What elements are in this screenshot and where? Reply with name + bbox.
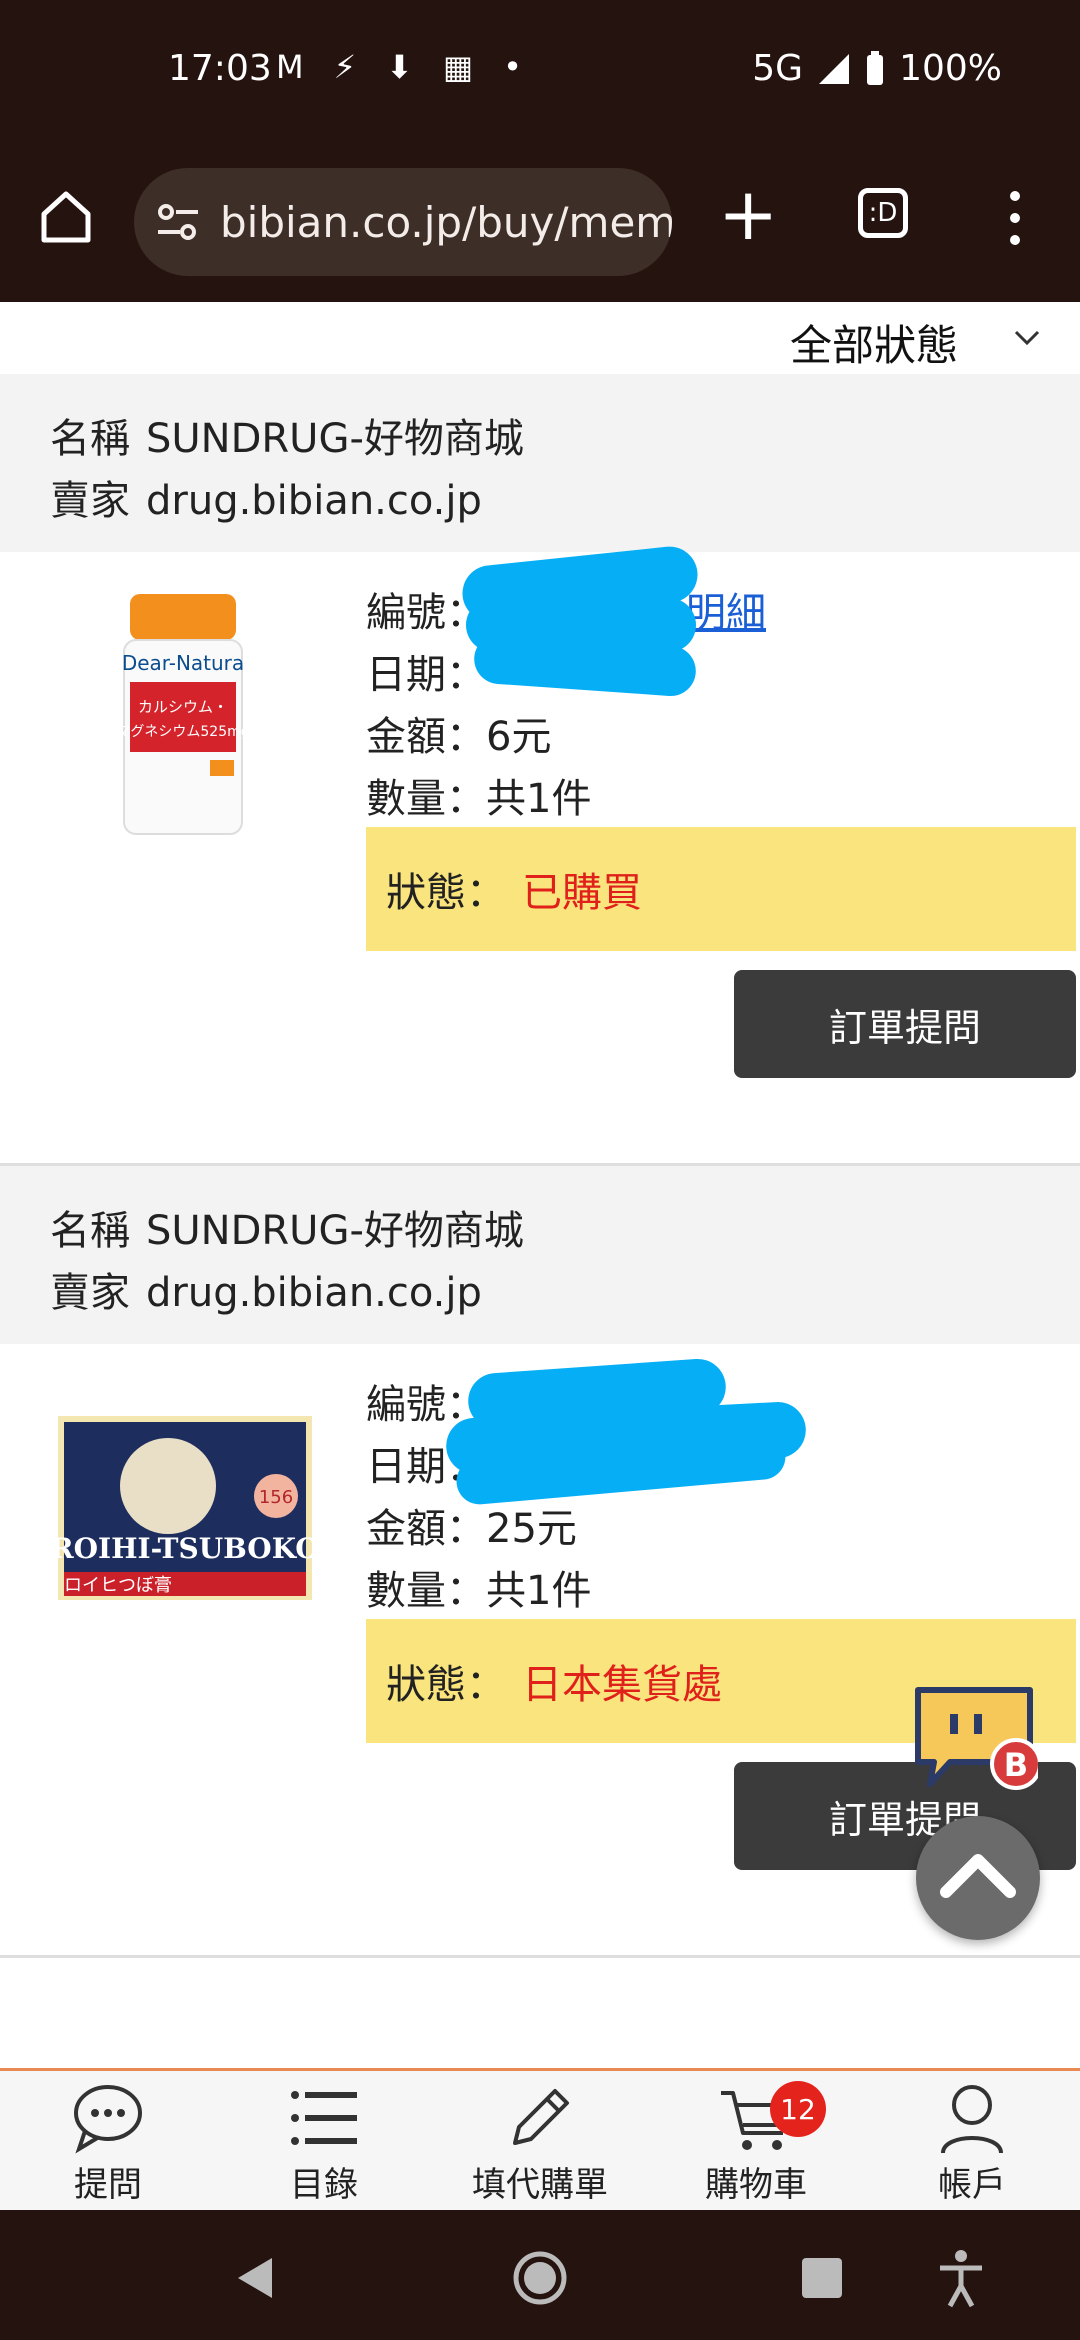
system-navigation-bar — [0, 2210, 1080, 2340]
order-qty-row: 數量：共1件 — [366, 1560, 591, 1622]
svg-text:カルシウム・: カルシウム・ — [138, 698, 228, 716]
url-text: bibian.co.jp/buy/mem — [220, 197, 672, 247]
store-name-key: 名稱 — [50, 1208, 130, 1254]
home-nav-icon[interactable] — [512, 2250, 568, 2306]
flash-icon: ⚡ — [333, 48, 357, 86]
supplement-bottle-icon: Dear-Natura カルシウム・ マグネシウム525mg — [116, 594, 250, 835]
order-amount-row: 金額：6元 — [366, 706, 766, 768]
tab-catalog[interactable]: 目錄 — [216, 2071, 432, 2210]
divider — [0, 1955, 1080, 1958]
product-image[interactable]: 156 ROIHI-TSUBOKO ロイヒつぼ膏 — [50, 1416, 320, 1600]
tab-label: 提問 — [74, 2165, 142, 2205]
person-icon — [941, 2085, 1003, 2154]
tab-label: 帳戶 — [938, 2165, 1006, 2205]
store-header: 名稱 SUNDRUG-好物商城 賣家 drug.bibian.co.jp — [0, 374, 1080, 552]
clock: 17:03 — [168, 48, 272, 89]
store-header: 名稱 SUNDRUG-好物商城 賣家 drug.bibian.co.jp — [0, 1166, 1080, 1344]
order-status-value: 已購買 — [522, 870, 642, 916]
status-bar: 17:03 M ⚡ ⬇ ▦ • 5G 100% — [0, 0, 1080, 140]
battery-icon — [867, 50, 884, 85]
store-name-row: 名稱 SUNDRUG-好物商城 — [50, 1200, 1080, 1262]
product-text: ロイヒつぼ膏 — [64, 1574, 172, 1596]
order-qty: 共1件 — [486, 1568, 592, 1614]
product-brand-label: Dear-Natura — [122, 651, 244, 675]
order-amount: 6元 — [486, 714, 552, 760]
seller-row: 賣家 drug.bibian.co.jp — [50, 470, 1080, 532]
product-image[interactable]: Dear-Natura カルシウム・ マグネシウム525mg — [116, 590, 250, 838]
scroll-to-top-button[interactable] — [916, 1816, 1040, 1940]
order-detail-link[interactable]: 明細 — [686, 590, 766, 636]
signal-icon — [819, 53, 850, 84]
pencil-icon — [513, 2089, 569, 2145]
url-field[interactable]: bibian.co.jp/buy/mem — [134, 168, 672, 276]
order-status-key: 狀態： — [386, 1662, 506, 1708]
store-name: SUNDRUG-好物商城 — [146, 1208, 524, 1254]
tab-ask[interactable]: 提問 — [0, 2071, 216, 2210]
order-question-button[interactable]: 訂單提問 — [734, 970, 1076, 1078]
order-qty-key: 數量： — [366, 1568, 486, 1614]
more-menu-icon[interactable] — [1000, 188, 1030, 248]
order-amount: 25元 — [486, 1506, 577, 1552]
gmail-icon: M — [276, 48, 304, 86]
chat-bubble-icon — [74, 2085, 142, 2154]
new-tab-icon[interactable]: + — [718, 178, 778, 250]
accessibility-icon[interactable] — [936, 2248, 986, 2308]
tab-label: 購物車 — [705, 2165, 807, 2205]
customer-service-chat-button[interactable]: B — [912, 1684, 1042, 1794]
network-label: 5G — [752, 48, 804, 89]
svg-text:マグネシウム525mg: マグネシウム525mg — [120, 724, 246, 740]
bottom-tab-bar: 提問 目錄 填代購單 購物車 12 帳戶 — [0, 2068, 1080, 2210]
seller-row: 賣家 drug.bibian.co.jp — [50, 1262, 1080, 1324]
browser-toolbar: bibian.co.jp/buy/mem + :D — [0, 140, 1080, 302]
cart-count-badge: 12 — [770, 2081, 826, 2137]
recents-icon[interactable] — [800, 2256, 844, 2300]
status-filter-label: 全部狀態 — [789, 321, 958, 370]
order-date-key: 日期： — [366, 652, 486, 698]
seller-value: drug.bibian.co.jp — [146, 1270, 482, 1316]
store-name: SUNDRUG-好物商城 — [146, 416, 524, 462]
chevron-down-icon — [1014, 330, 1040, 346]
tab-account[interactable]: 帳戶 — [864, 2071, 1080, 2210]
site-settings-icon[interactable] — [156, 202, 200, 242]
chat-badge: B — [1004, 1746, 1028, 1784]
dot-icon: • — [503, 48, 522, 86]
seller-key: 賣家 — [50, 478, 130, 524]
list-icon — [291, 2091, 357, 2145]
store-name-key: 名稱 — [50, 416, 130, 462]
chevron-up-icon — [940, 1854, 1016, 1898]
home-icon[interactable] — [36, 186, 96, 246]
product-brand-label: ROIHI-TSUBOKO — [58, 1532, 312, 1565]
back-icon[interactable] — [232, 2254, 276, 2302]
order-qty-key: 數量： — [366, 776, 486, 822]
tab-order-form[interactable]: 填代購單 — [432, 2071, 648, 2210]
seller-value: drug.bibian.co.jp — [146, 478, 482, 524]
store-name-row: 名稱 SUNDRUG-好物商城 — [50, 408, 1080, 470]
puzzle-icon: ▦ — [442, 48, 474, 86]
tab-label: 填代購單 — [472, 2165, 608, 2205]
order-amount-key: 金額： — [366, 1506, 486, 1552]
tab-cart[interactable]: 購物車 12 — [648, 2071, 864, 2210]
patch-box-icon: 156 ROIHI-TSUBOKO ロイヒつぼ膏 — [50, 1416, 320, 1600]
download-icon: ⬇ — [386, 48, 413, 86]
order-status-key: 狀態： — [386, 870, 506, 916]
order-qty: 共1件 — [486, 776, 592, 822]
product-badge: 156 — [259, 1487, 293, 1508]
order-status-value: 日本集貨處 — [522, 1662, 722, 1708]
battery-level: 100% — [899, 48, 1002, 89]
order-qty-row: 數量：共1件 — [366, 768, 766, 830]
order-amount-key: 金額： — [366, 714, 486, 760]
notification-icons: M ⚡ ⬇ ▦ • — [276, 48, 522, 86]
tab-label: 目錄 — [290, 2165, 358, 2205]
tab-switcher-icon[interactable]: :D — [858, 188, 908, 238]
status-filter[interactable]: 全部狀態 — [0, 302, 1080, 374]
system-indicators: 5G 100% — [752, 48, 1002, 89]
seller-key: 賣家 — [50, 1270, 130, 1316]
order-amount-row: 金額：25元 — [366, 1498, 591, 1560]
order-status-box: 狀態： 已購買 — [366, 827, 1076, 951]
chat-bot-icon: B — [915, 1687, 1042, 1790]
